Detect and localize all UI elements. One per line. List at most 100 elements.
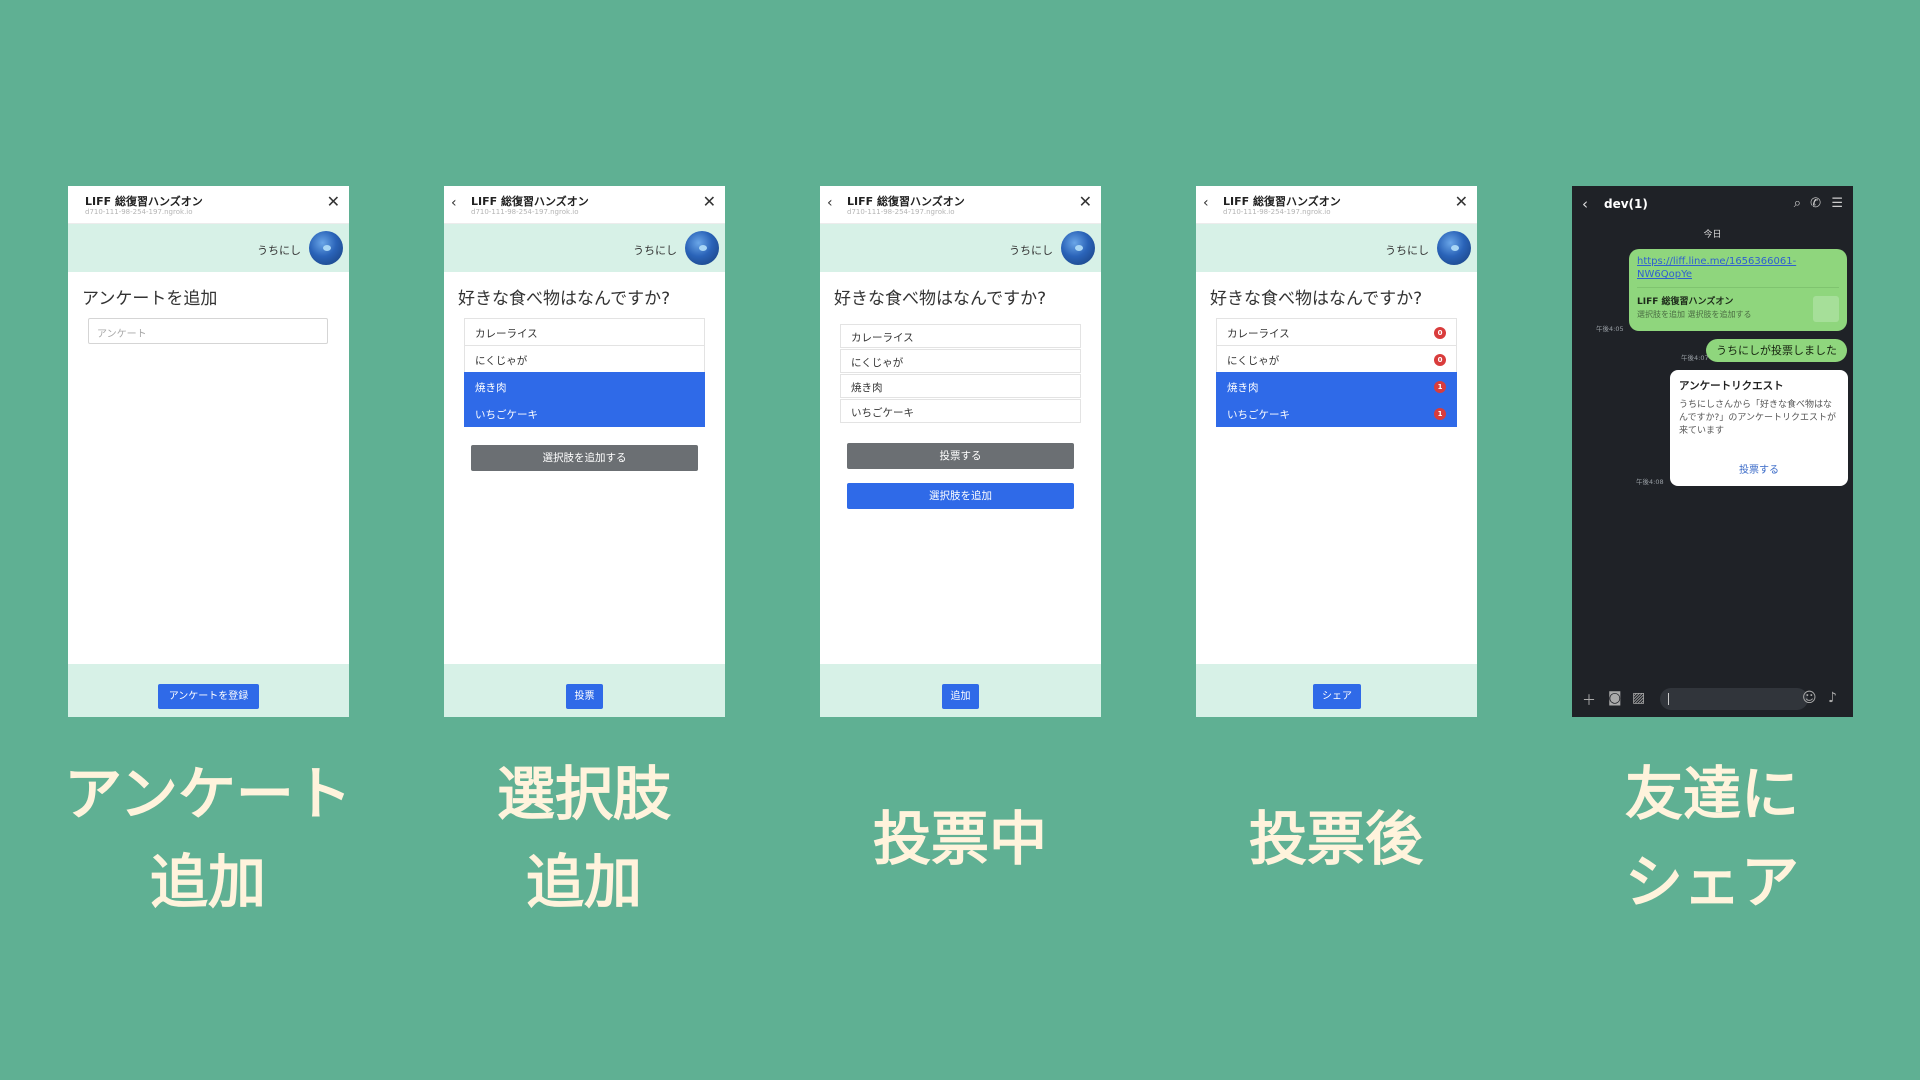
link-card-description: 選択肢を追加 選択肢を追加する bbox=[1637, 310, 1752, 319]
caption-line: 選択肢 bbox=[496, 760, 671, 828]
menu-icon[interactable]: ☰ bbox=[1831, 196, 1843, 211]
liff-url: d710-111-98-254-197.ngrok.io bbox=[471, 208, 579, 216]
add-option-button[interactable]: 選択肢を追加する bbox=[471, 445, 698, 471]
search-icon[interactable]: ⌕ bbox=[1794, 196, 1801, 211]
caption-line: アンケート bbox=[64, 760, 352, 828]
caption-add-options: 選択肢 追加 bbox=[434, 750, 734, 926]
page-title: 好きな食べ物はなんですか? bbox=[1210, 289, 1423, 309]
user-bar: うちにし bbox=[1196, 224, 1477, 272]
caption-line: 友達に bbox=[1624, 760, 1799, 828]
option-item[interactable]: カレーライス 0 bbox=[1216, 318, 1457, 346]
option-item[interactable]: いちごケーキ bbox=[464, 399, 705, 427]
close-icon[interactable]: ✕ bbox=[703, 194, 716, 210]
liff-header: LIFF 総復習ハンズオン d710-111-98-254-197.ngrok.… bbox=[68, 186, 349, 224]
survey-request-card: アンケートリクエスト うちにしさんから「好きな食べ物はなんですか?」のアンケート… bbox=[1670, 370, 1848, 486]
link-preview-card[interactable]: LIFF 総復習ハンズオン 選択肢を追加 選択肢を追加する bbox=[1637, 287, 1839, 322]
liff-url: d710-111-98-254-197.ngrok.io bbox=[1223, 208, 1331, 216]
avatar bbox=[1061, 231, 1095, 265]
microphone-icon[interactable]: ♪ bbox=[1828, 690, 1837, 706]
screen-add-survey: LIFF 総復習ハンズオン d710-111-98-254-197.ngrok.… bbox=[68, 186, 349, 717]
liff-title: LIFF 総復習ハンズオン bbox=[1223, 195, 1341, 208]
message-input[interactable] bbox=[1660, 688, 1808, 710]
caption-line: 追加 bbox=[149, 848, 266, 916]
vote-count-badge: 0 bbox=[1434, 327, 1446, 339]
link-card-title: LIFF 総復習ハンズオン bbox=[1637, 297, 1734, 307]
close-icon[interactable]: ✕ bbox=[1455, 194, 1468, 210]
link-url[interactable]: https://liff.line.me/1656366061-NW6QopYe bbox=[1637, 255, 1839, 281]
phone-icon[interactable]: ✆ bbox=[1810, 196, 1821, 211]
chat-room-name: dev(1) bbox=[1604, 197, 1648, 211]
caption-line: 投票中 bbox=[872, 805, 1047, 873]
vote-count-badge: 1 bbox=[1434, 381, 1446, 393]
option-item[interactable]: にくじゃが bbox=[840, 349, 1081, 373]
liff-title: LIFF 総復習ハンズオン bbox=[847, 195, 965, 208]
cast-vote-button[interactable]: 投票する bbox=[847, 443, 1074, 469]
option-item[interactable]: にくじゃが 0 bbox=[1216, 345, 1457, 373]
register-survey-button[interactable]: アンケートを登録 bbox=[158, 684, 259, 709]
liff-header: ‹ LIFF 総復習ハンズオン d710-111-98-254-197.ngro… bbox=[820, 186, 1101, 224]
option-item[interactable]: 焼き肉 1 bbox=[1216, 372, 1457, 400]
option-label: いちごケーキ bbox=[1227, 409, 1290, 421]
option-item[interactable]: いちごケーキ bbox=[840, 399, 1081, 423]
caption-share: 友達に シェア bbox=[1562, 750, 1862, 926]
camera-icon[interactable]: ◙ bbox=[1608, 690, 1622, 706]
option-label: カレーライス bbox=[1227, 328, 1290, 340]
option-item[interactable]: にくじゃが bbox=[464, 345, 705, 373]
link-thumbnail bbox=[1813, 296, 1839, 322]
footer: 追加 bbox=[820, 664, 1101, 717]
option-item[interactable]: いちごケーキ 1 bbox=[1216, 399, 1457, 427]
caption-after-vote: 投票後 bbox=[1186, 795, 1486, 883]
link-message-bubble[interactable]: https://liff.line.me/1656366061-NW6QopYe… bbox=[1629, 249, 1847, 331]
back-icon[interactable]: ‹ bbox=[827, 196, 833, 210]
close-icon[interactable]: ✕ bbox=[327, 194, 340, 210]
avatar bbox=[685, 231, 719, 265]
username: うちにし bbox=[1385, 244, 1429, 257]
share-button[interactable]: シェア bbox=[1313, 684, 1361, 709]
add-option-button[interactable]: 選択肢を追加 bbox=[847, 483, 1074, 509]
option-item[interactable]: カレーライス bbox=[464, 318, 705, 346]
add-button[interactable]: 追加 bbox=[942, 684, 979, 709]
liff-header: ‹ LIFF 総復習ハンズオン d710-111-98-254-197.ngro… bbox=[444, 186, 725, 224]
caption-voting: 投票中 bbox=[810, 795, 1110, 883]
request-title: アンケートリクエスト bbox=[1679, 380, 1784, 392]
footer: アンケートを登録 bbox=[68, 664, 349, 717]
timestamp: 午後4:05 bbox=[1596, 325, 1624, 333]
user-bar: うちにし bbox=[68, 224, 349, 272]
image-icon[interactable]: ▨ bbox=[1632, 690, 1645, 706]
option-list: カレーライス にくじゃが 焼き肉 いちごケーキ bbox=[840, 324, 1081, 423]
request-body: うちにしさんから「好きな食べ物はなんですか?」のアンケートリクエストが来ています bbox=[1679, 400, 1836, 436]
option-item[interactable]: カレーライス bbox=[840, 324, 1081, 348]
avatar bbox=[309, 231, 343, 265]
option-label: 焼き肉 bbox=[1227, 382, 1259, 394]
page-title: 好きな食べ物はなんですか? bbox=[834, 289, 1047, 309]
vote-notification-bubble: うちにしが投票しました bbox=[1706, 339, 1847, 362]
option-list: カレーライス 0 にくじゃが 0 焼き肉 1 いちごケーキ 1 bbox=[1216, 318, 1457, 427]
liff-header: ‹ LIFF 総復習ハンズオン d710-111-98-254-197.ngro… bbox=[1196, 186, 1477, 224]
option-item[interactable]: 焼き肉 bbox=[840, 374, 1081, 398]
user-bar: うちにし bbox=[444, 224, 725, 272]
back-icon[interactable]: ‹ bbox=[1582, 195, 1588, 213]
caption-line: 投票後 bbox=[1248, 805, 1423, 873]
plus-icon[interactable]: ＋ bbox=[1582, 690, 1596, 710]
footer: 投票 bbox=[444, 664, 725, 717]
survey-input[interactable]: アンケート bbox=[88, 318, 328, 344]
emoji-icon[interactable]: ☺ bbox=[1802, 690, 1817, 706]
vote-button[interactable]: 投票 bbox=[566, 684, 603, 709]
chat-footer: ＋ ◙ ▨ ☺ ♪ bbox=[1572, 681, 1853, 717]
close-icon[interactable]: ✕ bbox=[1079, 194, 1092, 210]
footer: シェア bbox=[1196, 664, 1477, 717]
request-vote-link[interactable]: 投票する bbox=[1670, 461, 1848, 476]
liff-url: d710-111-98-254-197.ngrok.io bbox=[847, 208, 955, 216]
username: うちにし bbox=[257, 244, 301, 257]
option-item[interactable]: 焼き肉 bbox=[464, 372, 705, 400]
screen-voting: ‹ LIFF 総復習ハンズオン d710-111-98-254-197.ngro… bbox=[820, 186, 1101, 717]
screen-after-vote: ‹ LIFF 総復習ハンズオン d710-111-98-254-197.ngro… bbox=[1196, 186, 1477, 717]
caption-line: 追加 bbox=[525, 848, 642, 916]
timestamp: 午後4:08 bbox=[1636, 478, 1664, 486]
back-icon[interactable]: ‹ bbox=[451, 196, 457, 210]
liff-title: LIFF 総復習ハンズオン bbox=[471, 195, 589, 208]
vote-count-badge: 0 bbox=[1434, 354, 1446, 366]
liff-title: LIFF 総復習ハンズオン bbox=[85, 195, 203, 208]
back-icon[interactable]: ‹ bbox=[1203, 196, 1209, 210]
caption-add-survey: アンケート 追加 bbox=[58, 750, 358, 926]
